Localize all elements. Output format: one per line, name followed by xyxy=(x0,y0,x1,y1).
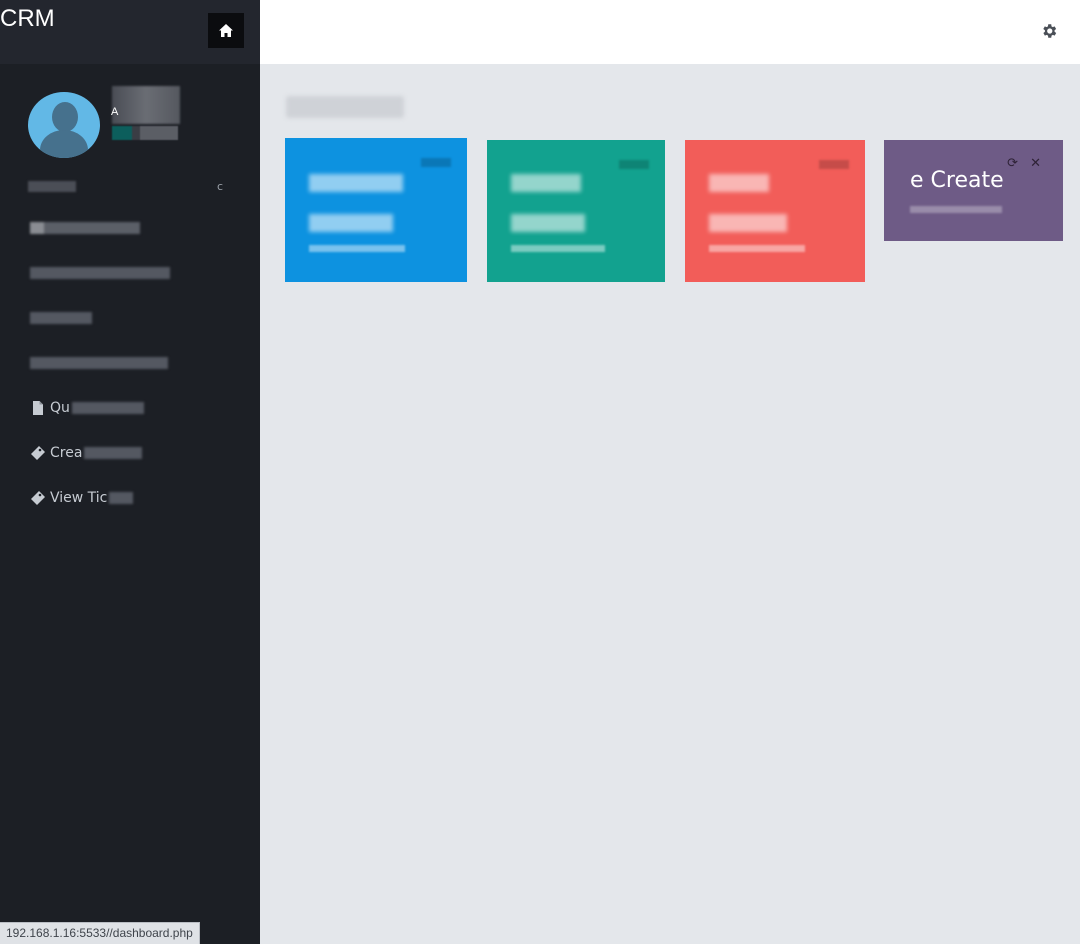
home-button[interactable] xyxy=(208,13,244,48)
gear-icon xyxy=(1043,24,1057,38)
sidebar-header: CRM xyxy=(0,0,260,64)
status-bar-url: 192.168.1.16:5533//dashboard.php xyxy=(0,922,200,944)
avatar xyxy=(28,92,100,158)
card-title: e Create xyxy=(910,168,1004,193)
home-icon xyxy=(219,24,233,37)
sidebar-item-dashboard[interactable] xyxy=(30,217,140,239)
sidebar-item-create-ticket[interactable]: Crea xyxy=(30,442,143,464)
sidebar-item-4[interactable] xyxy=(30,352,168,374)
stat-card-1[interactable] xyxy=(285,138,467,282)
app-window: CRM A c Qu Crea View Tic ⟳ ✕ e Create 19… xyxy=(0,0,1080,944)
sidebar-item-view-tickets[interactable]: View Tic xyxy=(30,487,134,509)
stat-card-3[interactable] xyxy=(685,140,865,282)
nav-section-label xyxy=(28,181,76,192)
sidebar-item-label: Qu xyxy=(50,400,70,416)
sidebar-item-quote[interactable]: Qu xyxy=(30,397,144,419)
nav-section-toggle[interactable]: c xyxy=(217,180,223,193)
sidebar-item-2[interactable] xyxy=(30,262,170,284)
sidebar-item-label: View Tic xyxy=(50,490,108,506)
page-title-redacted xyxy=(286,96,404,118)
sidebar-item-label-redacted xyxy=(30,222,140,234)
user-profile[interactable]: A xyxy=(28,86,248,158)
file-icon xyxy=(33,401,43,415)
topbar xyxy=(260,0,1080,64)
profile-name-redacted xyxy=(112,86,180,124)
sidebar-item-label-redacted xyxy=(30,312,92,324)
sidebar: CRM A c Qu Crea View Tic xyxy=(0,0,260,944)
sidebar-item-3[interactable] xyxy=(30,307,92,329)
ticket-icon xyxy=(31,491,45,505)
sidebar-item-label-redacted xyxy=(30,357,168,369)
brand-title[interactable]: CRM xyxy=(0,5,55,33)
profile-status-redacted xyxy=(112,126,178,140)
settings-button[interactable] xyxy=(1038,20,1060,42)
stat-card-create[interactable]: ⟳ ✕ e Create xyxy=(884,140,1063,241)
profile-role: A xyxy=(111,106,119,118)
ticket-icon xyxy=(31,446,45,460)
card-tools[interactable]: ⟳ ✕ xyxy=(1007,156,1045,171)
sidebar-item-label-redacted xyxy=(30,267,170,279)
sidebar-item-label: Crea xyxy=(50,445,83,461)
stat-card-2[interactable] xyxy=(487,140,665,282)
